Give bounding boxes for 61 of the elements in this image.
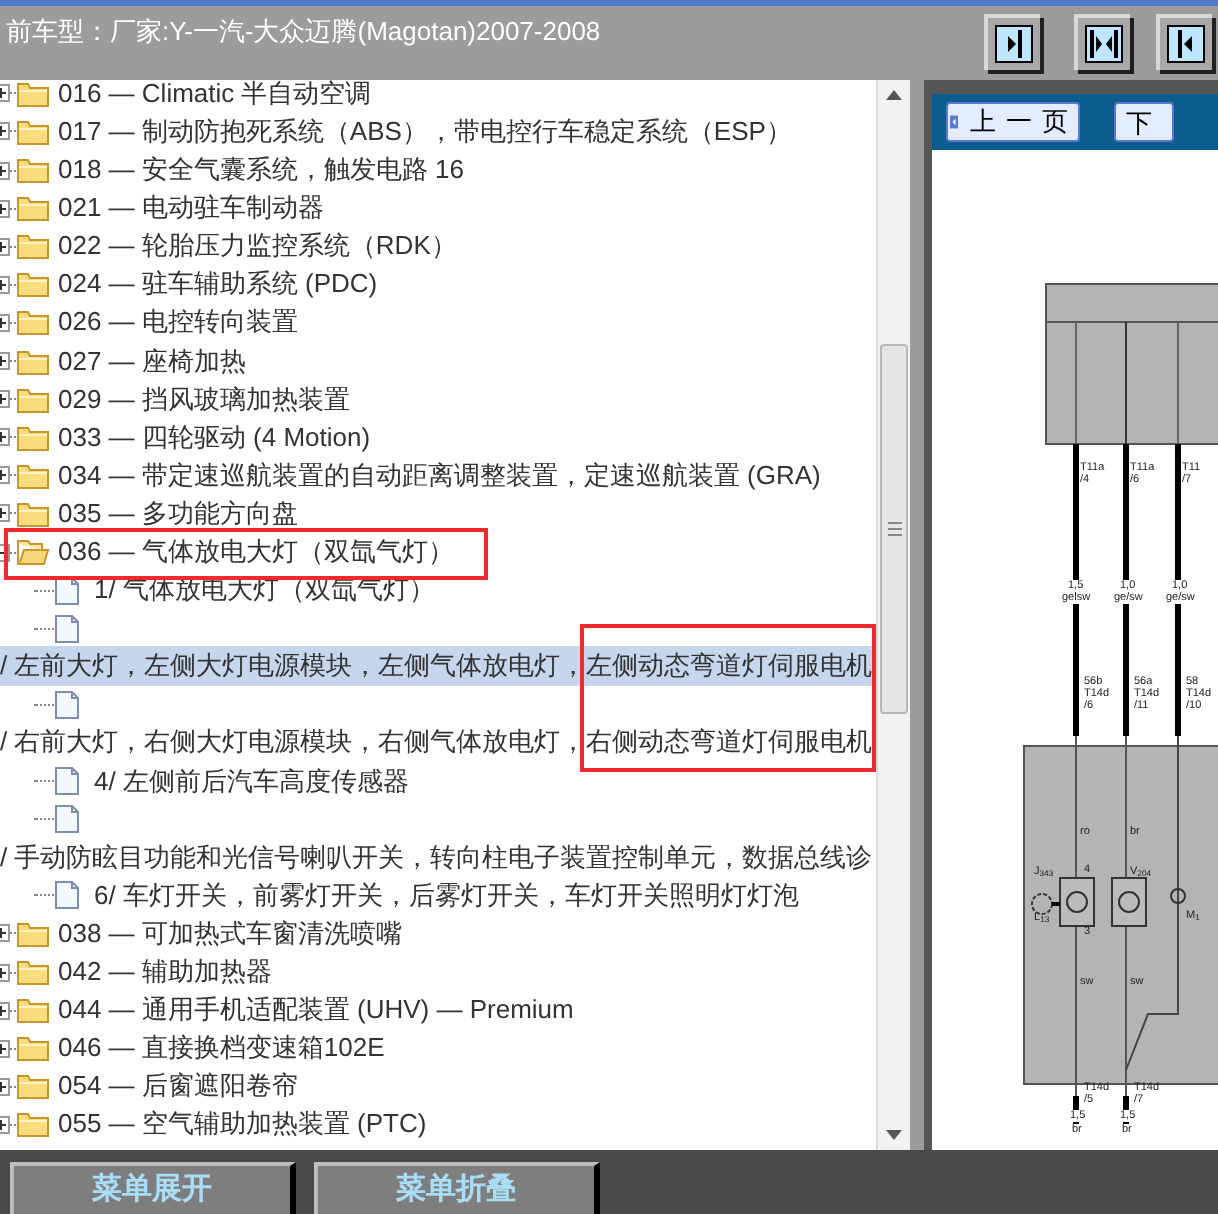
tree-item[interactable]: 036 — 气体放电大灯（双氙气灯） (0, 532, 876, 572)
tree-item[interactable]: 016 — Climatic 半自动空调 (0, 80, 876, 114)
scroll-thumb[interactable] (880, 344, 908, 714)
tree-leaf[interactable]: / 左前大灯，左侧大灯电源模块，左侧气体放电灯，左侧动态弯道灯伺服电机 (0, 646, 876, 687)
folder-icon (16, 996, 50, 1025)
document-icon (54, 613, 80, 644)
tree-item[interactable]: 042 — 辅助加热器 (0, 952, 876, 992)
document-icon (54, 689, 80, 720)
document-icon (54, 880, 80, 911)
toolbar-button[interactable] (1156, 14, 1212, 70)
tree-item[interactable]: 027 — 座椅加热 (0, 341, 876, 381)
folder-icon (16, 117, 50, 146)
tree-item[interactable]: 029 — 挡风玻璃加热装置 (0, 379, 876, 420)
folder-icon (16, 1034, 50, 1063)
split-pane-icon (1082, 22, 1126, 66)
dock-pane-icon (1164, 22, 1208, 66)
tree-item[interactable]: 021 — 电动驻车制动器 (0, 188, 876, 229)
folder-icon (16, 423, 50, 452)
folder-icon (16, 308, 50, 337)
tree-item[interactable]: 046 — 直接换档变速箱102E (0, 1028, 876, 1069)
tree-leaf[interactable]: / 右前大灯，右侧大灯电源模块，右侧气体放电灯，右侧动态弯道灯伺服电机 (0, 723, 876, 763)
toolbar-button[interactable] (984, 14, 1040, 70)
document-icon (54, 804, 80, 835)
tree-leaf[interactable]: / 手动防眩目功能和光信号喇叭开关，转向柱电子装置控制单元，数据总线诊 (0, 837, 876, 878)
previous-page-button[interactable]: 上一页 (946, 102, 1080, 142)
tree-item[interactable]: 033 — 四轮驱动 (4 Motion) (0, 417, 876, 458)
folder-icon (16, 461, 50, 490)
tree-item[interactable]: 044 — 通用手机适配装置 (UHV) — Premium (0, 990, 876, 1031)
tree-item[interactable]: 017 — 制动防抱死系统（ABS），带电控行车稳定系统（ESP） (0, 112, 876, 152)
folder-icon (16, 1072, 50, 1101)
toolbar-button[interactable] (1074, 14, 1130, 70)
tree-item[interactable]: 055 — 空气辅助加热装置 (PTC) (0, 1105, 876, 1145)
document-icon (54, 766, 80, 797)
tree-leaf[interactable]: 6/ 车灯开关，前雾灯开关，后雾灯开关，车灯开关照明灯灯泡 (0, 875, 876, 916)
folder-icon (16, 232, 50, 261)
folder-icon (16, 919, 50, 948)
folder-icon (16, 156, 50, 185)
tree-item[interactable]: 034 — 带定速巡航装置的自动距离调整装置，定速巡航装置 (GRA) (0, 455, 876, 496)
tree-item[interactable]: 026 — 电控转向装置 (0, 303, 876, 343)
folder-icon (16, 194, 50, 223)
next-page-button[interactable]: 下 (1114, 102, 1174, 142)
folder-icon (16, 499, 50, 528)
folder-icon (16, 538, 50, 567)
tree-item[interactable]: 022 — 轮胎压力监控系统（RDK） (0, 226, 876, 267)
folder-icon (16, 385, 50, 414)
dock-pane-icon (992, 22, 1036, 66)
folder-icon (16, 958, 50, 987)
tree-item[interactable]: 024 — 驻车辅助系统 (PDC) (0, 264, 876, 305)
folder-icon (16, 347, 50, 376)
folder-icon (16, 80, 50, 108)
tree-item[interactable]: 018 — 安全气囊系统，触发电路 16 (0, 150, 876, 190)
tree-item[interactable]: 035 — 多功能方向盘 (0, 494, 876, 534)
folder-icon (16, 270, 50, 299)
tree-leaf[interactable]: 4/ 左侧前后汽车高度传感器 (0, 761, 876, 801)
folder-icon (16, 1110, 50, 1139)
page-title: 前车型：厂家:Y-一汽-大众迈腾(Magotan)2007-2008 (6, 14, 601, 50)
tree-item[interactable]: 054 — 后窗遮阳卷帘 (0, 1066, 876, 1107)
scroll-up-icon[interactable] (886, 90, 902, 100)
scroll-down-icon[interactable] (886, 1130, 902, 1140)
scrollbar[interactable] (876, 80, 910, 1150)
tree-item[interactable]: 038 — 可加热式车窗清洗喷嘴 (0, 914, 876, 954)
